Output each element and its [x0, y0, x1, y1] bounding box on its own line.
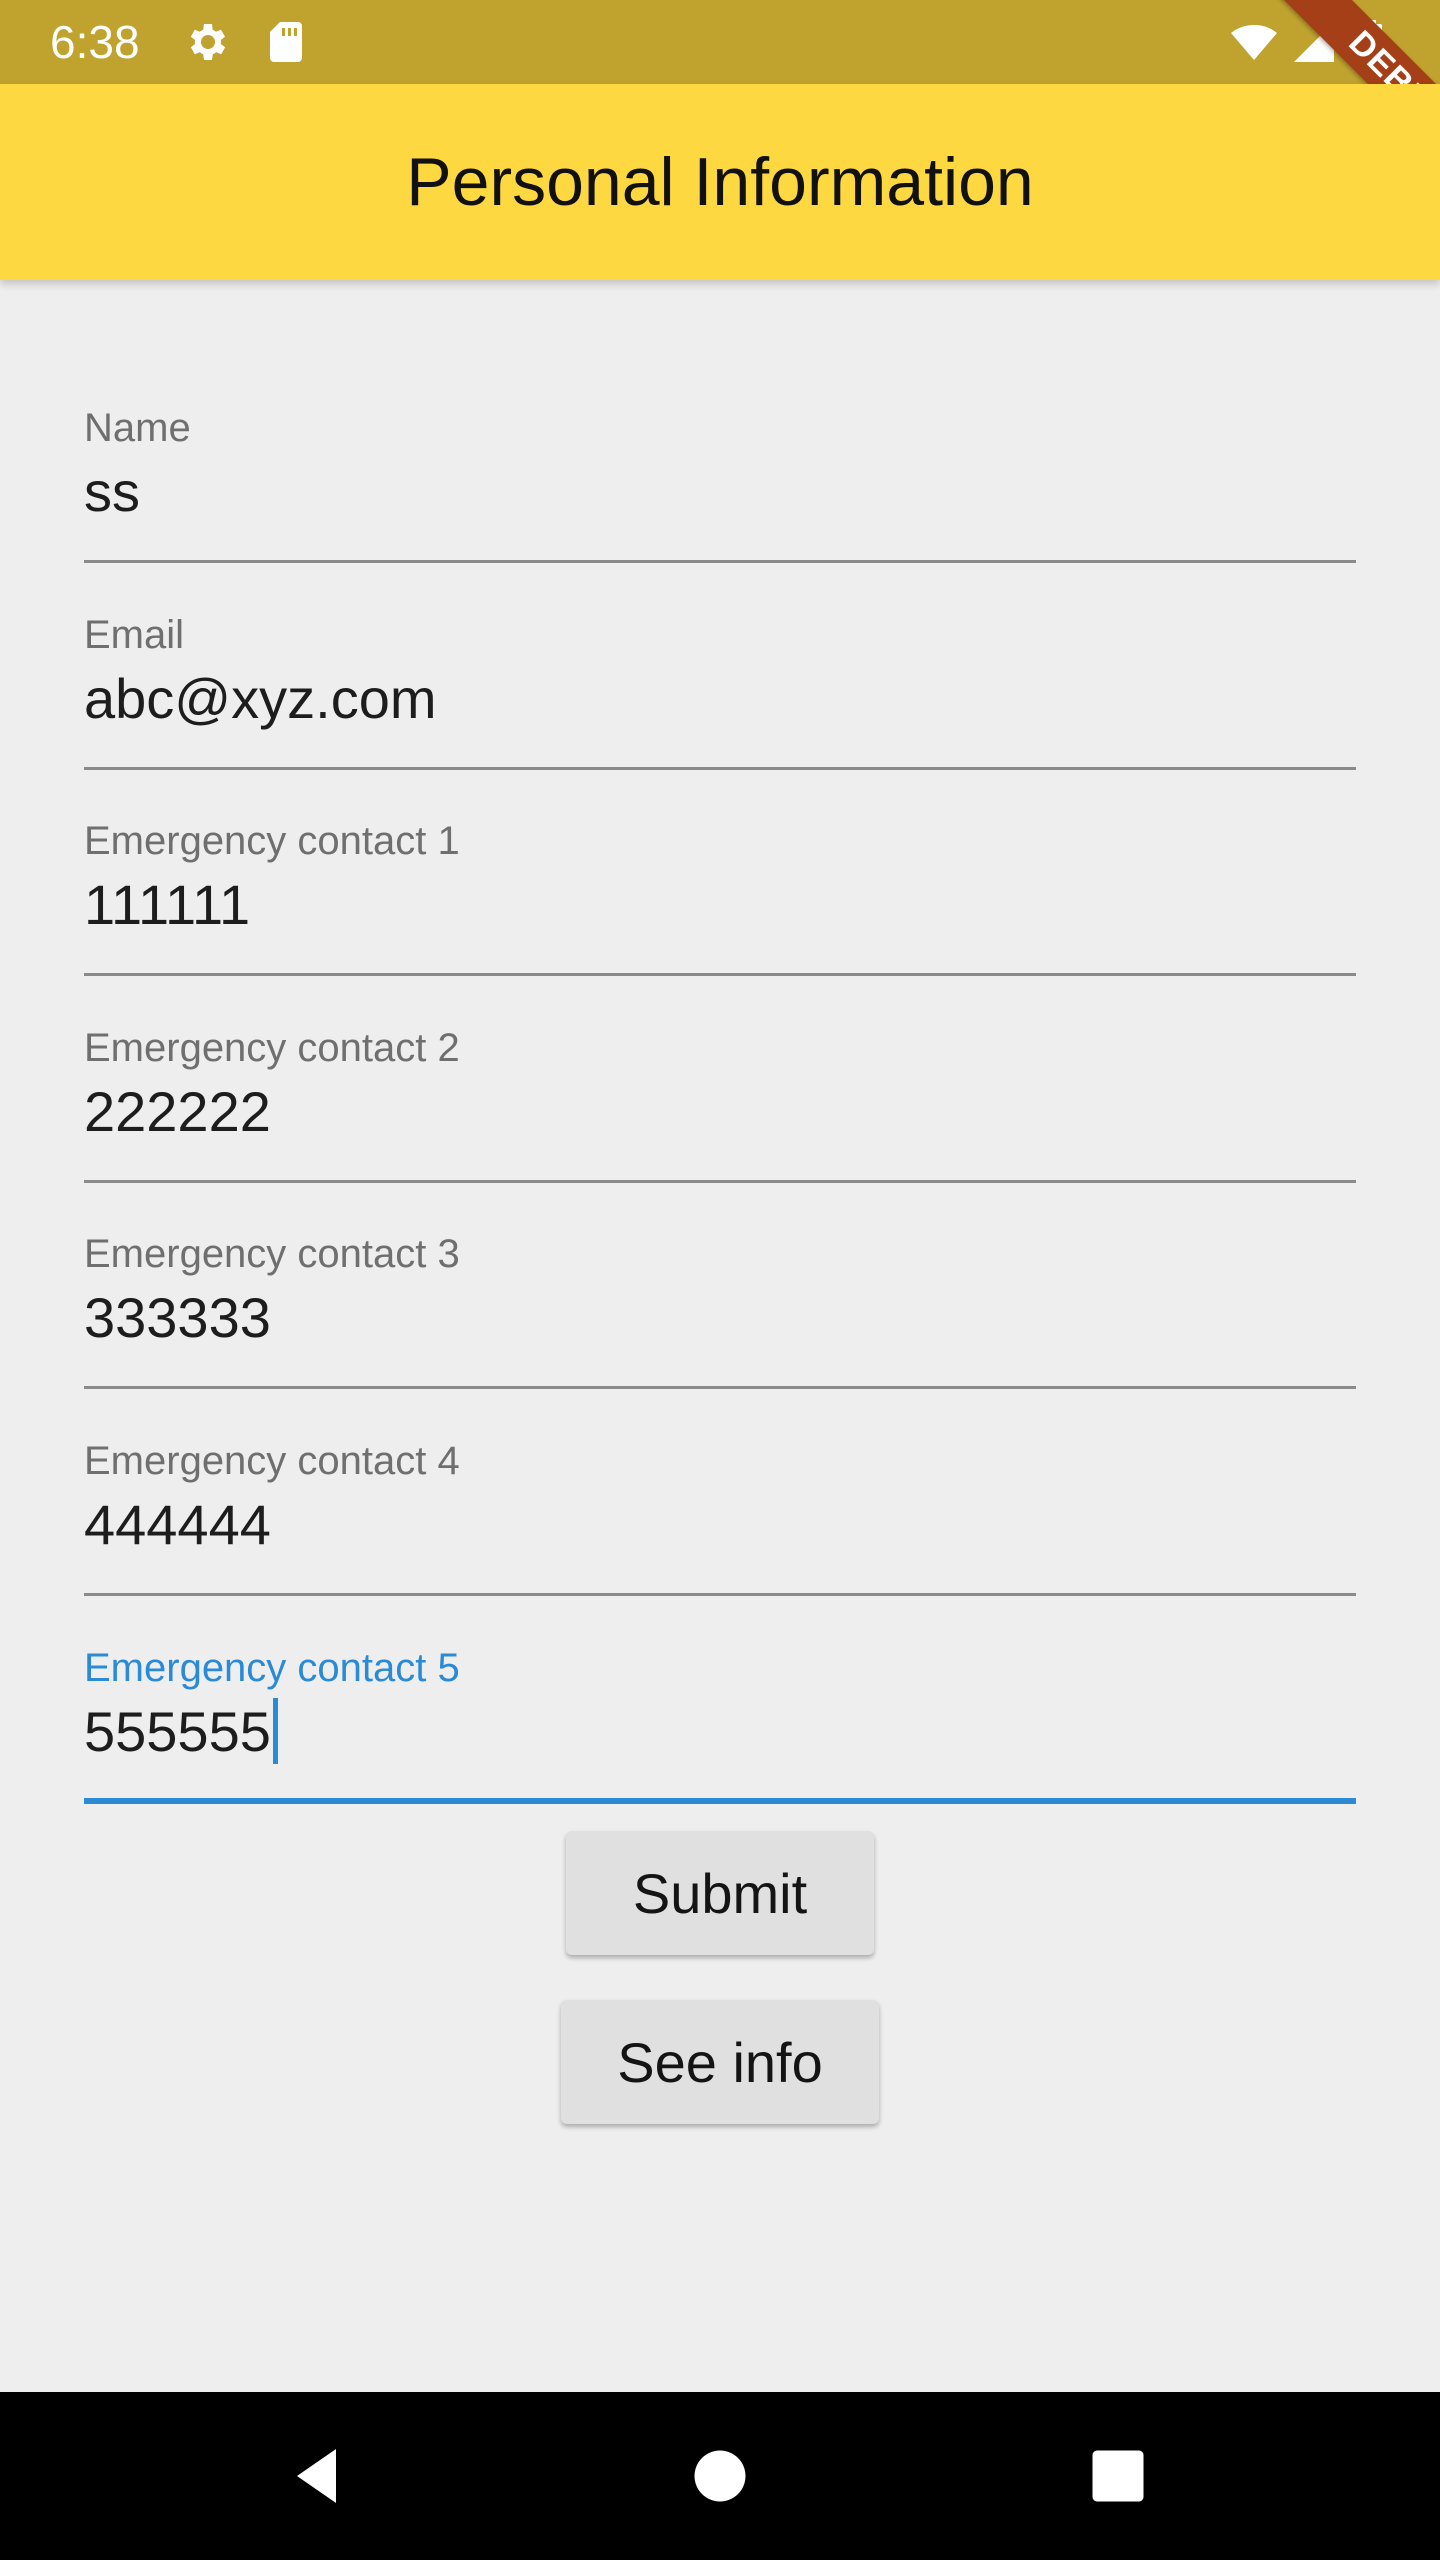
name-field-label: Name [84, 406, 191, 450]
email-field-label: Email [84, 613, 185, 657]
signal-icon [1290, 18, 1338, 66]
recents-icon[interactable] [1082, 2440, 1154, 2512]
emergency-contact-3-underline [84, 1386, 1356, 1389]
name-field[interactable]: Name ss [84, 404, 1356, 564]
emergency-contact-1-label: Emergency contact 1 [84, 819, 460, 863]
emergency-contact-2-label: Emergency contact 2 [84, 1026, 460, 1070]
emergency-contact-4-field[interactable]: Emergency contact 4 444444 [84, 1437, 1356, 1597]
emergency-contact-3-label: Emergency contact 3 [84, 1232, 460, 1276]
app-bar: Personal Information [0, 84, 1440, 280]
email-field-underline [84, 767, 1356, 770]
name-field-value[interactable]: ss [84, 458, 140, 526]
emergency-contact-5-label: Emergency contact 5 [84, 1646, 460, 1690]
emergency-contact-5-field[interactable]: Emergency contact 5 555555 [84, 1644, 1356, 1804]
emergency-contact-1-value[interactable]: 111111 [84, 871, 250, 939]
home-icon[interactable] [684, 2440, 756, 2512]
submit-button[interactable]: Submit [566, 1831, 874, 1955]
emergency-contact-2-field[interactable]: Emergency contact 2 222222 [84, 1024, 1356, 1184]
emergency-contact-3-value[interactable]: 333333 [84, 1284, 271, 1352]
emergency-contact-4-underline [84, 1593, 1356, 1596]
emergency-contact-4-value[interactable]: 444444 [84, 1491, 271, 1559]
emergency-contact-4-label: Emergency contact 4 [84, 1439, 460, 1483]
emergency-contact-5-underline [84, 1798, 1356, 1804]
status-bar: 6:38 [0, 0, 1440, 84]
emergency-contact-2-value[interactable]: 222222 [84, 1078, 271, 1146]
battery-icon [1350, 18, 1390, 66]
emergency-contact-5-value-wrap[interactable]: 555555 [84, 1698, 278, 1766]
emergency-contact-2-underline [84, 1180, 1356, 1183]
status-time: 6:38 [50, 16, 140, 68]
system-nav-bar [0, 2392, 1440, 2560]
text-cursor [272, 1698, 278, 1764]
emergency-contact-3-field[interactable]: Emergency contact 3 333333 [84, 1230, 1356, 1390]
see-info-button[interactable]: See info [561, 2000, 879, 2124]
back-icon[interactable] [282, 2440, 354, 2512]
gear-icon [184, 18, 232, 66]
email-field-value[interactable]: abc@xyz.com [84, 665, 437, 733]
screen: 6:38 DEBUG Personal Information Name ss … [0, 0, 1440, 2560]
emergency-contact-1-underline [84, 973, 1356, 976]
sd-card-icon [262, 18, 310, 66]
name-field-underline [84, 560, 1356, 563]
email-field[interactable]: Email abc@xyz.com [84, 611, 1356, 771]
emergency-contact-5-value[interactable]: 555555 [84, 1700, 271, 1763]
emergency-contact-1-field[interactable]: Emergency contact 1 111111 [84, 817, 1356, 977]
wifi-icon [1226, 18, 1282, 66]
page-title: Personal Information [406, 144, 1034, 220]
